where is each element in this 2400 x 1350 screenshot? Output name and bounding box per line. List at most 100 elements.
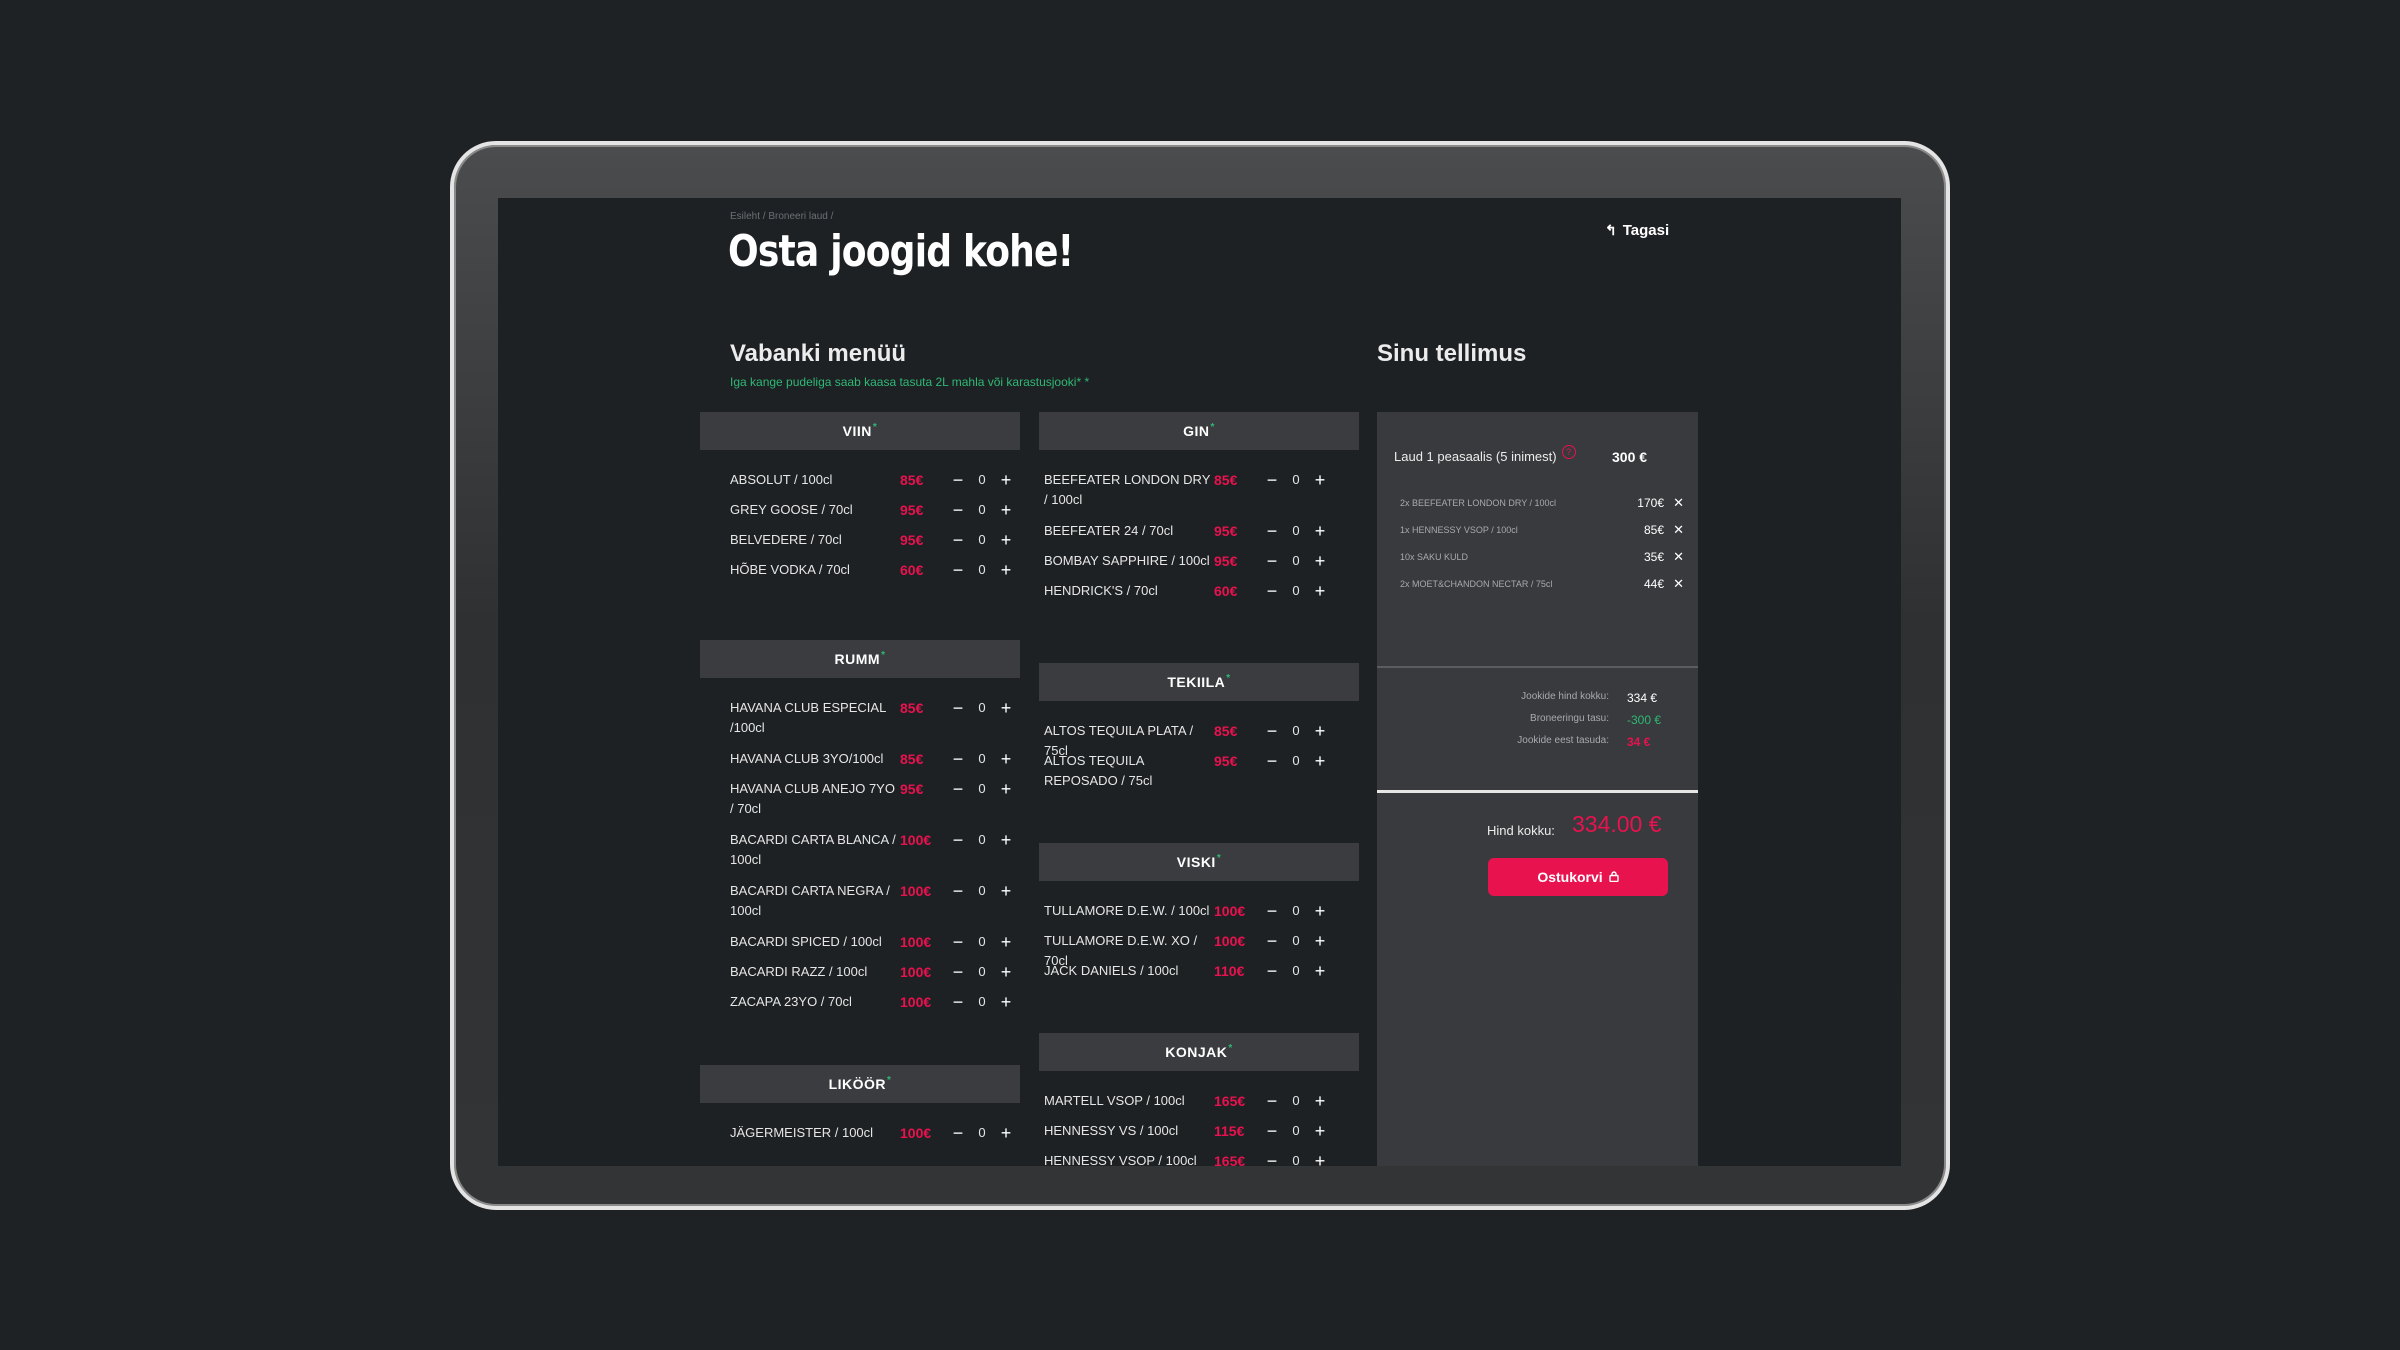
asterisk-icon: * <box>887 1074 892 1086</box>
plus-icon[interactable]: + <box>998 1123 1014 1143</box>
minus-icon[interactable]: − <box>950 470 966 490</box>
product-name: BACARDI CARTA BLANCA / 100cl <box>730 832 896 867</box>
help-icon[interactable]: ? <box>1561 444 1576 459</box>
product-price: 100€ <box>900 1125 932 1141</box>
product-row: HÕBE VODKA / 70cl 60€ −0 + <box>730 560 1020 580</box>
minus-icon[interactable]: − <box>950 500 966 520</box>
plus-icon[interactable]: + <box>1312 581 1328 601</box>
remove-icon[interactable]: ✕ <box>1664 495 1684 511</box>
minus-icon[interactable]: − <box>950 992 966 1012</box>
category-header-tekiila: TEKIILA * <box>1039 663 1359 701</box>
plus-icon[interactable]: + <box>998 779 1014 799</box>
minus-icon[interactable]: − <box>950 698 966 718</box>
cart-button[interactable]: Ostukorvi <box>1488 858 1668 896</box>
product-name: HÕBE VODKA / 70cl <box>730 562 850 577</box>
minus-icon[interactable]: − <box>1264 961 1280 981</box>
plus-icon[interactable]: + <box>998 992 1014 1012</box>
quantity-stepper: −0 + <box>1264 931 1328 951</box>
plus-icon[interactable]: + <box>1312 751 1328 771</box>
breadcrumb[interactable]: Esileht / Broneeri laud / <box>730 211 833 222</box>
minus-icon[interactable]: − <box>950 560 966 580</box>
minus-icon[interactable]: − <box>950 530 966 550</box>
product-row: BEEFEATER 24 / 70cl 95€ −0 + <box>1044 521 1334 541</box>
quantity-value: 0 <box>1292 963 1300 978</box>
plus-icon[interactable]: + <box>1312 931 1328 951</box>
order-item: 2x MOET&CHANDON NECTAR / 75cl 44€ ✕ <box>1400 576 1684 592</box>
asterisk-icon: * <box>881 649 886 661</box>
minus-icon[interactable]: − <box>1264 1151 1280 1166</box>
minus-icon[interactable]: − <box>1264 721 1280 741</box>
plus-icon[interactable]: + <box>998 830 1014 850</box>
minus-icon[interactable]: − <box>950 830 966 850</box>
plus-icon[interactable]: + <box>998 470 1014 490</box>
minus-icon[interactable]: − <box>1264 1121 1280 1141</box>
product-row: BACARDI CARTA NEGRA / 100cl 100€ −0 + <box>730 881 1020 921</box>
minus-icon[interactable]: − <box>1264 1091 1280 1111</box>
plus-icon[interactable]: + <box>998 698 1014 718</box>
product-name: HENNESSY VS / 100cl <box>1044 1123 1179 1138</box>
plus-icon[interactable]: + <box>998 560 1014 580</box>
category-name: GIN <box>1183 423 1210 439</box>
product-price: 100€ <box>900 883 932 899</box>
minus-icon[interactable]: − <box>1264 521 1280 541</box>
page-title: Osta joogid kohe! <box>728 226 1074 277</box>
plus-icon[interactable]: + <box>1312 551 1328 571</box>
minus-icon[interactable]: − <box>950 749 966 769</box>
product-row: BACARDI RAZZ / 100cl 100€ −0 + <box>730 962 1020 982</box>
quantity-value: 0 <box>978 700 986 715</box>
minus-icon[interactable]: − <box>1264 751 1280 771</box>
plus-icon[interactable]: + <box>1312 1091 1328 1111</box>
plus-icon[interactable]: + <box>998 500 1014 520</box>
table-label: Laud 1 peasaalis (5 inimest) <box>1394 449 1557 464</box>
remove-icon[interactable]: ✕ <box>1664 576 1684 592</box>
plus-icon[interactable]: + <box>998 932 1014 952</box>
remove-icon[interactable]: ✕ <box>1664 549 1684 565</box>
plus-icon[interactable]: + <box>998 881 1014 901</box>
plus-icon[interactable]: + <box>1312 470 1328 490</box>
quantity-stepper: −0 + <box>950 779 1014 799</box>
quantity-stepper: −0 + <box>1264 961 1328 981</box>
quantity-value: 0 <box>1292 1093 1300 1108</box>
minus-icon[interactable]: − <box>1264 551 1280 571</box>
plus-icon[interactable]: + <box>1312 1121 1328 1141</box>
remove-icon[interactable]: ✕ <box>1664 522 1684 538</box>
plus-icon[interactable]: + <box>998 749 1014 769</box>
quantity-value: 0 <box>1292 723 1300 738</box>
plus-icon[interactable]: + <box>1312 1151 1328 1166</box>
plus-icon[interactable]: + <box>998 530 1014 550</box>
plus-icon[interactable]: + <box>1312 721 1328 741</box>
quantity-stepper: −0 + <box>1264 521 1328 541</box>
minus-icon[interactable]: − <box>1264 470 1280 490</box>
minus-icon[interactable]: − <box>1264 581 1280 601</box>
plus-icon[interactable]: + <box>1312 901 1328 921</box>
back-link[interactable]: ↰ Tagasi <box>1605 222 1669 239</box>
order-item: 10x SAKU KULD 35€ ✕ <box>1400 549 1684 565</box>
plus-icon[interactable]: + <box>1312 961 1328 981</box>
minus-icon[interactable]: − <box>950 779 966 799</box>
minus-icon[interactable]: − <box>1264 901 1280 921</box>
order-item: 2x BEEFEATER LONDON DRY / 100cl 170€ ✕ <box>1400 495 1684 511</box>
product-price: 100€ <box>900 964 932 980</box>
minus-icon[interactable]: − <box>950 881 966 901</box>
minus-icon[interactable]: − <box>950 962 966 982</box>
category-name: TEKIILA <box>1167 674 1226 690</box>
to-pay-row: Jookide eest tasuda: 34 € <box>1498 735 1673 749</box>
product-row: ABSOLUT / 100cl 85€ −0 + <box>730 470 1020 490</box>
product-row: HAVANA CLUB 3YO/100cl 85€ −0 + <box>730 749 1020 769</box>
product-row: BEEFEATER LONDON DRY / 100cl 85€ −0 + <box>1044 470 1334 510</box>
minus-icon[interactable]: − <box>950 1123 966 1143</box>
quantity-value: 0 <box>1292 753 1300 768</box>
quantity-stepper: −0 + <box>1264 751 1328 771</box>
minus-icon[interactable]: − <box>1264 931 1280 951</box>
divider <box>1377 790 1698 793</box>
order-item-name: 10x SAKU KULD <box>1400 552 1469 562</box>
order-item: 1x HENNESSY VSOP / 100cl 85€ ✕ <box>1400 522 1684 538</box>
minus-icon[interactable]: − <box>950 932 966 952</box>
plus-icon[interactable]: + <box>998 962 1014 982</box>
quantity-stepper: −0 + <box>1264 901 1328 921</box>
product-price: 60€ <box>900 562 924 578</box>
to-pay-label: Jookide eest tasuda: <box>1517 735 1609 746</box>
category-header-viin: VIIN * <box>700 412 1020 450</box>
plus-icon[interactable]: + <box>1312 521 1328 541</box>
quantity-value: 0 <box>1292 472 1300 487</box>
